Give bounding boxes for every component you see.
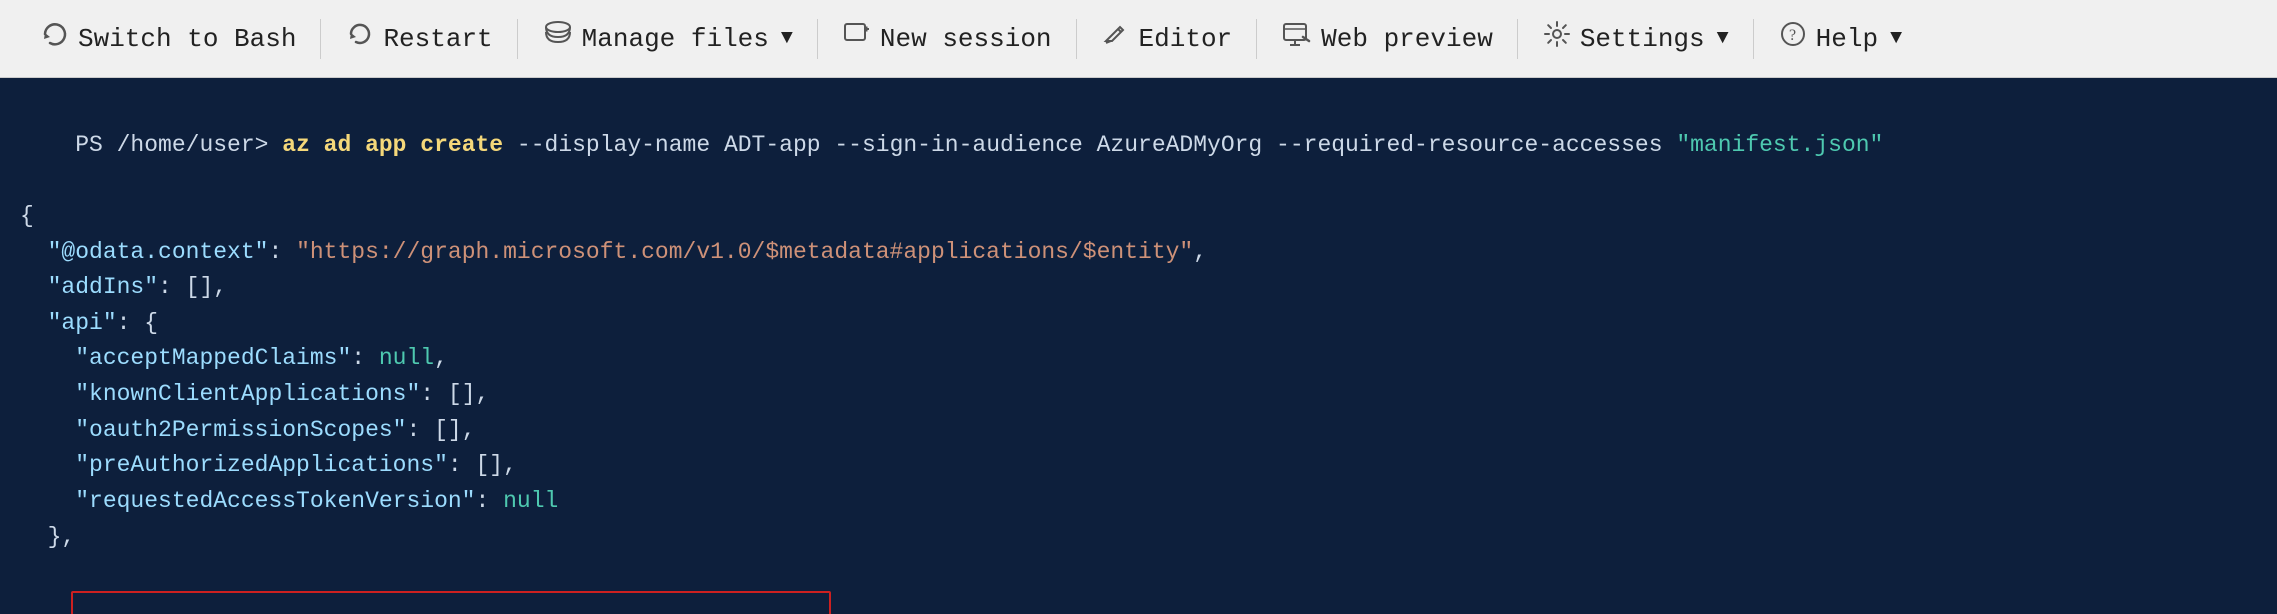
new-session-label: New session [880,24,1052,54]
output-line-4: "acceptMappedClaims": null, [20,341,2257,377]
sep5 [1256,19,1257,59]
output-appid-line: "appId": "00001111-aaaa-2222-bbbb-3333cc… [20,555,2257,614]
cmd-az: az ad app create [282,132,503,158]
settings-label: Settings [1580,24,1705,54]
output-line-6: "oauth2PermissionScopes": [], [20,413,2257,449]
sep1 [320,19,321,59]
output-line-2: "addIns": [], [20,270,2257,306]
editor-button[interactable]: Editor [1079,0,1255,77]
output-line-5: "knownClientApplications": [], [20,377,2257,413]
switch-bash-button[interactable]: Switch to Bash [18,0,318,77]
toolbar: Switch to Bash Restart Manage files ▼ [0,0,2277,78]
restart-label: Restart [383,24,492,54]
output-line-0: { [20,199,2257,235]
cmd-rest: --display-name ADT-app --sign-in-audienc… [503,132,1676,158]
manage-files-label: Manage files [582,24,769,54]
output-line-7: "preAuthorizedApplications": [], [20,448,2257,484]
settings-caret: ▼ [1717,27,1729,50]
restart-button[interactable]: Restart [323,0,514,77]
sep7 [1753,19,1754,59]
command-line: PS /home/user> az ad app create --displa… [20,92,2257,199]
manage-files-icon [542,19,574,58]
prompt: PS /home/user> [75,132,282,158]
sep6 [1517,19,1518,59]
switch-bash-label: Switch to Bash [78,24,296,54]
output-line-3: "api": { [20,306,2257,342]
help-label: Help [1816,24,1878,54]
manage-files-caret: ▼ [781,27,793,50]
manage-files-button[interactable]: Manage files ▼ [520,0,815,77]
help-caret: ▼ [1890,27,1902,50]
new-session-icon [842,19,872,58]
sep4 [1076,19,1077,59]
editor-label: Editor [1139,24,1233,54]
output-line-1: "@odata.context": "https://graph.microso… [20,235,2257,271]
settings-icon [1542,19,1572,58]
web-preview-button[interactable]: Web preview [1259,0,1515,77]
settings-button[interactable]: Settings ▼ [1520,0,1751,77]
sep3 [817,19,818,59]
output-line-8: "requestedAccessTokenVersion": null [20,484,2257,520]
svg-text:?: ? [1789,27,1796,44]
cmd-manifest: "manifest.json" [1676,132,1883,158]
web-preview-icon [1281,19,1313,58]
switch-icon [40,19,70,58]
help-button[interactable]: ? Help ▼ [1756,0,1924,77]
editor-icon [1101,19,1131,58]
sep2 [517,19,518,59]
web-preview-label: Web preview [1321,24,1493,54]
help-icon: ? [1778,19,1808,58]
restart-icon [345,19,375,58]
new-session-button[interactable]: New session [820,0,1074,77]
output-line-9: }, [20,520,2257,556]
terminal: PS /home/user> az ad app create --displa… [0,78,2277,614]
